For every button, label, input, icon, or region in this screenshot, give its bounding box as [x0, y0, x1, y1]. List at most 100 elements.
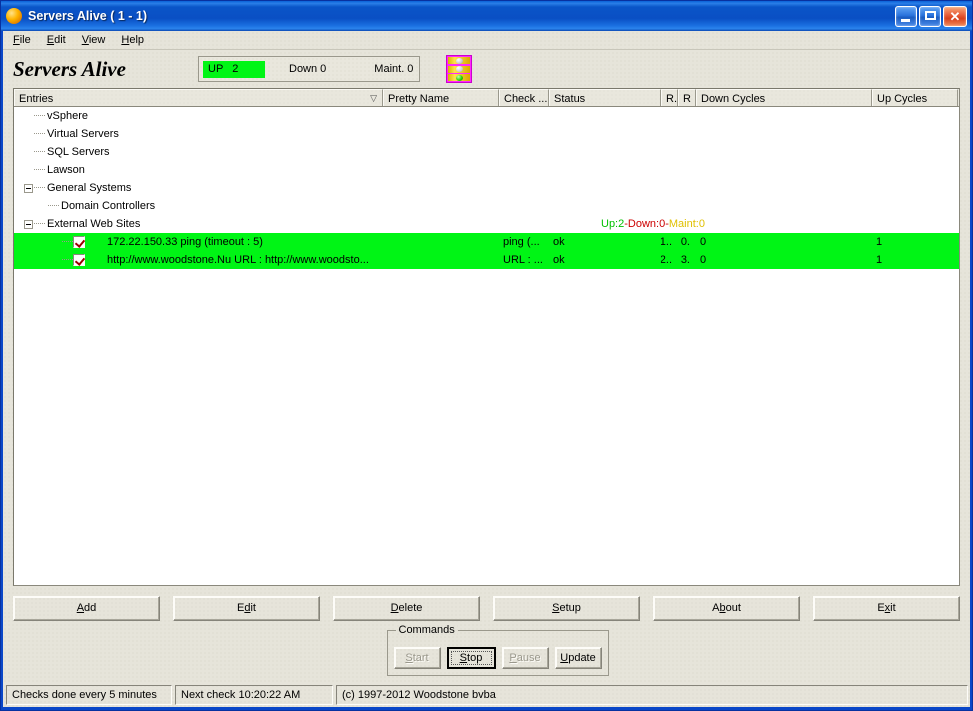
column-header-r2[interactable]: R [678, 89, 696, 106]
tree-node: Lawson [18, 161, 85, 179]
button-label: Pause [509, 652, 541, 664]
command-update-button[interactable]: Update [554, 647, 602, 669]
add-button[interactable]: Add [13, 595, 160, 621]
tree-connector-icon [48, 197, 59, 215]
column-header-label: Check ... [504, 93, 548, 105]
r-col-2-cell: 3. [680, 254, 690, 266]
tree-node-label: Domain Controllers [61, 200, 156, 212]
column-header-down_cycles[interactable]: Down Cycles [696, 89, 872, 106]
entry-row[interactable]: http://www.woodstone.Nu URL : http://www… [14, 251, 959, 269]
status-cell [549, 179, 661, 197]
check-type-cell [499, 107, 549, 125]
down-cycles-cell [696, 125, 872, 143]
tree-connector-icon [34, 179, 45, 197]
pretty-name-cell [383, 107, 499, 125]
column-header-r1[interactable]: R. [661, 89, 678, 106]
status-bar: Checks done every 5 minutes Next check 1… [3, 684, 970, 707]
pretty-name-cell [383, 143, 499, 161]
maximize-button[interactable] [919, 5, 941, 27]
r-col-1-cell [661, 161, 678, 179]
delete-button[interactable]: Delete [333, 595, 480, 621]
traffic-light-icon[interactable] [446, 55, 472, 83]
tree-node-label: Lawson [47, 164, 85, 176]
status-next-check: Next check 10:20:22 AM [175, 685, 333, 705]
column-header-check[interactable]: Check ... [499, 89, 549, 106]
entries-cell: Domain Controllers [14, 197, 383, 215]
column-header-entries[interactable]: Entries ▽ [14, 89, 383, 106]
r-col-1-cell [661, 107, 678, 125]
entries-cell: Virtual Servers [14, 125, 383, 143]
status-cell [549, 125, 661, 143]
entries-cell: Lawson [14, 161, 383, 179]
close-button[interactable]: ✕ [943, 5, 967, 27]
up-cycles-cell: 1 [876, 236, 883, 248]
group-row[interactable]: General Systems [14, 179, 959, 197]
group-row[interactable]: Lawson [14, 161, 959, 179]
application-window: Servers Alive ( 1 - 1) ✕ File Edit View … [0, 0, 973, 711]
about-button[interactable]: About [653, 595, 800, 621]
window-title: Servers Alive ( 1 - 1) [28, 9, 148, 23]
tree-node: General Systems [18, 179, 131, 197]
up-cycles-cell [872, 197, 958, 215]
up-cycles-cell [872, 179, 958, 197]
group-row[interactable]: Virtual Servers [14, 125, 959, 143]
focus-rectangle [450, 651, 492, 665]
column-header-status[interactable]: Status [549, 89, 661, 106]
column-header-pretty_name[interactable]: Pretty Name [383, 89, 499, 106]
r-col-2-cell [678, 161, 696, 179]
menu-file[interactable]: File [9, 33, 39, 47]
window-controls: ✕ [895, 5, 970, 27]
commands-button-row: Start Stop Pause Update [393, 647, 602, 669]
pretty-name-cell [383, 233, 499, 251]
exit-button[interactable]: Exit [813, 595, 960, 621]
minimize-button[interactable] [895, 5, 917, 27]
entry-row[interactable]: 172.22.150.33 ping (timeout : 5) ping (..… [14, 233, 959, 251]
status-cell [549, 161, 661, 179]
brand-title: Servers Alive [13, 56, 126, 81]
entries-list[interactable]: Entries ▽ Pretty Name Check ... Status R. R Dow… [13, 88, 960, 586]
up-label: UP [208, 63, 224, 75]
column-header-up_cycles[interactable]: Up Cycles [872, 89, 958, 106]
down-cycles-cell [696, 107, 872, 125]
group-row[interactable]: External Web Sites Up:2-Down:0-Maint:0 [14, 215, 959, 233]
maint-status-label: Maint. 0 [374, 63, 414, 75]
green-lamp-icon [455, 74, 463, 81]
collapse-minus-icon[interactable] [24, 219, 33, 229]
check-type-cell [499, 215, 549, 233]
menu-view[interactable]: View [78, 33, 114, 47]
red-lamp-icon [455, 57, 463, 64]
up-cycles-cell [872, 107, 958, 125]
menu-edit[interactable]: Edit [43, 33, 74, 47]
tree-node-label: vSphere [47, 110, 88, 122]
entry-enabled-checkbox[interactable] [73, 254, 85, 266]
status-copyright: (c) 1997-2012 Woodstone bvba [336, 685, 968, 705]
status-cell: Up:2-Down:0-Maint:0 [597, 215, 709, 233]
command-stop-button[interactable]: Stop [446, 647, 496, 669]
status-cell [549, 107, 661, 125]
maximize-icon [925, 10, 936, 20]
edit-button[interactable]: Edit [173, 595, 320, 621]
group-row[interactable]: vSphere [14, 107, 959, 125]
group-row[interactable]: Domain Controllers [14, 197, 959, 215]
entries-rows[interactable]: vSphere Virtual Servers SQL Servers Lawson G… [14, 107, 959, 585]
menu-help[interactable]: Help [117, 33, 152, 47]
tree-connector-icon [34, 143, 45, 161]
entries-cell: 172.22.150.33 ping (timeout : 5) [14, 233, 383, 251]
setup-button[interactable]: Setup [493, 595, 640, 621]
column-header-label: R. [666, 93, 677, 105]
status-cell [549, 197, 661, 215]
down-cycles-cell: 0 [700, 236, 707, 248]
traffic-light-top [448, 57, 470, 64]
group-row[interactable]: SQL Servers [14, 143, 959, 161]
title-bar[interactable]: Servers Alive ( 1 - 1) ✕ [1, 1, 972, 31]
collapse-minus-icon[interactable] [24, 183, 33, 193]
commands-groupbox: Commands Start Stop Pause Update [386, 624, 609, 676]
entries-cell: vSphere [14, 107, 383, 125]
client-area: File Edit View Help Servers Alive UP 2 D… [1, 31, 972, 707]
r-col-2-cell [678, 125, 696, 143]
down-cycles-cell [696, 161, 872, 179]
down-cycles-cell [696, 179, 872, 197]
amber-lamp-icon [455, 66, 463, 72]
entry-enabled-checkbox[interactable] [73, 236, 85, 248]
check-type-cell: URL : ... [503, 254, 543, 266]
